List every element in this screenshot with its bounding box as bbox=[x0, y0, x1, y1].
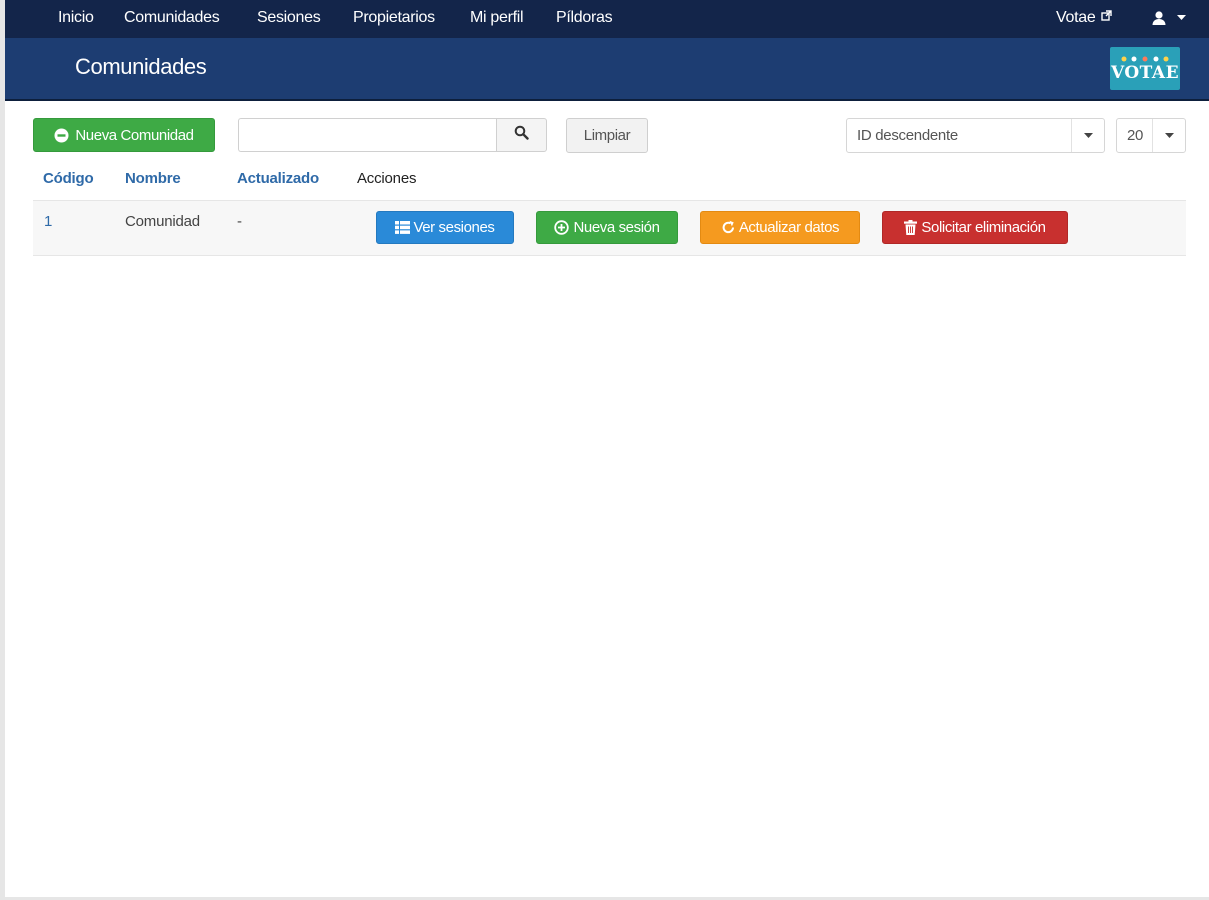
view-sessions-button[interactable]: Ver sesiones bbox=[376, 211, 514, 244]
clear-button[interactable]: Limpiar bbox=[566, 118, 648, 153]
chevron-down-icon bbox=[1152, 119, 1185, 152]
votae-link-label: Votae bbox=[1056, 9, 1096, 26]
window-border-left bbox=[0, 0, 5, 900]
update-data-label: Actualizar datos bbox=[738, 219, 840, 236]
votae-logo: VOTAE bbox=[1110, 47, 1180, 90]
new-community-label: Nueva Comunidad bbox=[75, 126, 194, 144]
page-header: Comunidades VOTAE bbox=[5, 38, 1209, 101]
external-link-icon bbox=[1098, 10, 1112, 24]
nav-item-inicio[interactable]: Inicio bbox=[58, 0, 94, 38]
sort-select-value: ID descendente bbox=[857, 127, 958, 144]
trash-icon bbox=[904, 220, 918, 235]
request-deletion-button[interactable]: Solicitar eliminación bbox=[882, 211, 1068, 244]
page-size-value: 20 bbox=[1127, 127, 1144, 144]
page-title: Comunidades bbox=[75, 54, 207, 79]
search-button[interactable] bbox=[496, 118, 547, 152]
row-updated: - bbox=[237, 213, 242, 230]
page-size-select[interactable]: 20 bbox=[1116, 118, 1186, 153]
row-name: Comunidad bbox=[125, 213, 200, 230]
user-icon bbox=[1151, 9, 1171, 26]
column-header-codigo[interactable]: Código bbox=[43, 170, 94, 187]
refresh-icon bbox=[721, 220, 736, 235]
column-header-actualizado[interactable]: Actualizado bbox=[237, 170, 319, 187]
view-sessions-label: Ver sesiones bbox=[413, 219, 495, 236]
sort-select[interactable]: ID descendente bbox=[846, 118, 1105, 153]
votae-external-link[interactable]: Votae bbox=[1056, 0, 1112, 38]
nav-item-comunidades[interactable]: Comunidades bbox=[124, 0, 220, 38]
nav-item-pildoras[interactable]: Píldoras bbox=[556, 0, 613, 38]
minus-circle-icon bbox=[54, 128, 69, 143]
new-community-button[interactable]: Nueva Comunidad bbox=[33, 118, 215, 152]
chevron-down-icon bbox=[1177, 9, 1187, 26]
user-menu-toggle[interactable] bbox=[1151, 0, 1187, 38]
nav-item-sesiones[interactable]: Sesiones bbox=[257, 0, 321, 38]
search-icon bbox=[514, 125, 529, 145]
column-header-acciones: Acciones bbox=[357, 170, 417, 187]
top-navbar: Inicio Comunidades Sesiones Propietarios… bbox=[5, 0, 1209, 38]
new-session-label: Nueva sesión bbox=[573, 219, 660, 236]
chevron-down-icon bbox=[1071, 119, 1104, 152]
plus-circle-icon bbox=[554, 220, 570, 235]
new-session-button[interactable]: Nueva sesión bbox=[536, 211, 678, 244]
row-code[interactable]: 1 bbox=[44, 213, 52, 230]
search-input[interactable] bbox=[238, 118, 496, 152]
nav-item-propietarios[interactable]: Propietarios bbox=[353, 0, 435, 38]
update-data-button[interactable]: Actualizar datos bbox=[700, 211, 860, 244]
column-header-nombre[interactable]: Nombre bbox=[125, 170, 181, 187]
list-icon bbox=[395, 221, 411, 234]
nav-item-mi-perfil[interactable]: Mi perfil bbox=[470, 0, 524, 38]
logo-text: VOTAE bbox=[1110, 63, 1180, 83]
request-deletion-label: Solicitar eliminación bbox=[921, 219, 1046, 236]
